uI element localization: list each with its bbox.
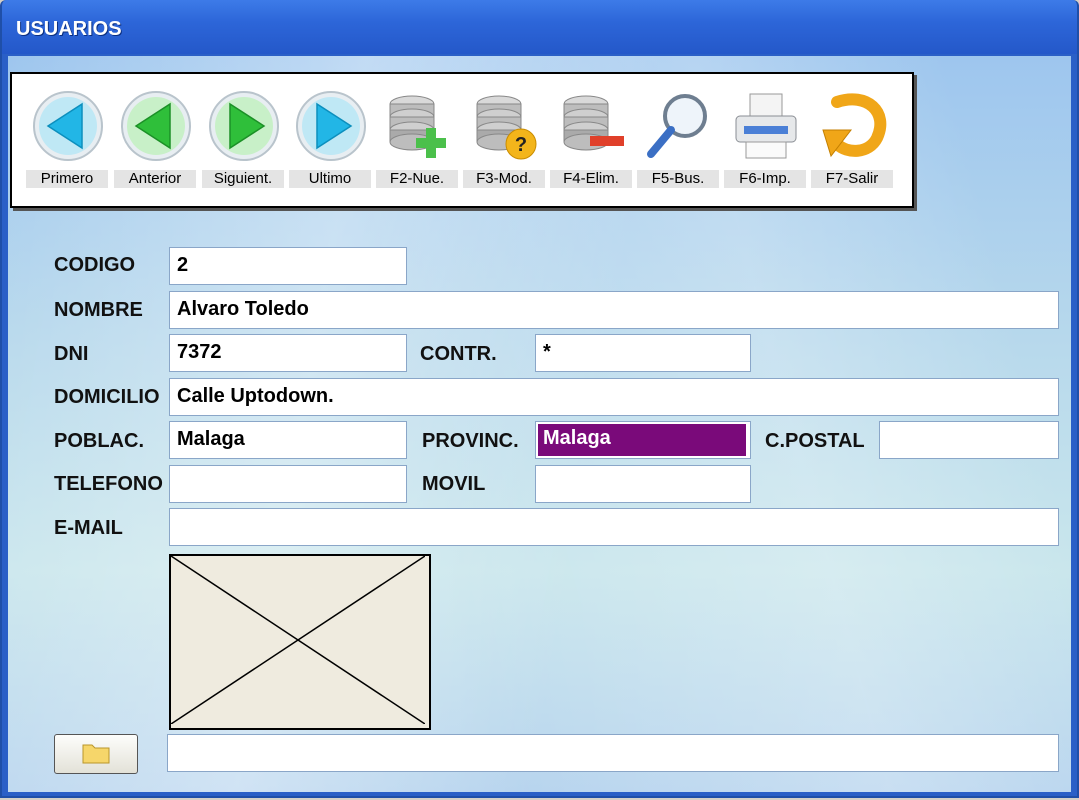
eliminar-button[interactable]: F4-Elim.	[550, 88, 632, 192]
empty-image-icon	[170, 555, 426, 725]
buscar-label: F5-Bus.	[637, 170, 719, 188]
codigo-input[interactable]: 2	[169, 247, 407, 285]
database-add-icon	[389, 95, 446, 158]
anterior-label: Anterior	[114, 170, 196, 188]
nuevo-button[interactable]: F2-Nue.	[376, 88, 458, 192]
primero-label: Primero	[26, 170, 108, 188]
modificar-button[interactable]: ? F3-Mod.	[463, 88, 545, 192]
movil-label: MOVIL	[422, 473, 486, 495]
poblac-label: POBLAC.	[54, 430, 144, 452]
cpostal-label: C.POSTAL	[765, 430, 865, 452]
email-label: E-MAIL	[54, 517, 123, 539]
codigo-label: CODIGO	[54, 254, 136, 276]
eliminar-label: F4-Elim.	[550, 170, 632, 188]
poblac-input[interactable]: Malaga	[169, 421, 407, 459]
domicilio-input[interactable]: Calle Uptodown.	[169, 378, 1059, 416]
nombre-input[interactable]: Alvaro Toledo	[169, 291, 1059, 329]
modificar-label: F3-Mod.	[463, 170, 545, 188]
telefono-input[interactable]	[169, 465, 407, 503]
anterior-button[interactable]: Anterior	[114, 88, 196, 192]
database-question-icon: ?	[476, 95, 537, 160]
magnifier-icon	[647, 94, 707, 158]
svg-text:?: ?	[515, 134, 527, 156]
arrow-left-cyan-icon	[33, 91, 103, 161]
ultimo-button[interactable]: Ultimo	[289, 88, 371, 192]
siguiente-label: Siguient.	[202, 170, 284, 188]
movil-input[interactable]	[535, 465, 751, 503]
dni-input[interactable]: 7372	[169, 334, 407, 372]
exit-arrow-icon	[822, 93, 887, 158]
form-area: Primero Anterior Siguient. Ultimo F2-Nue…	[8, 56, 1071, 792]
contr-input[interactable]: *	[535, 334, 751, 372]
salir-button[interactable]: F7-Salir	[811, 88, 893, 192]
provinc-label: PROVINC.	[422, 430, 519, 452]
imprimir-button[interactable]: F6-Imp.	[724, 88, 806, 192]
dni-label: DNI	[54, 343, 89, 365]
photo-path-input[interactable]	[167, 734, 1059, 772]
cpostal-input[interactable]	[879, 421, 1059, 459]
provinc-field[interactable]: Malaga	[535, 421, 751, 459]
salir-label: F7-Salir	[811, 170, 893, 188]
arrow-right-cyan-icon	[296, 91, 366, 161]
nombre-label: NOMBRE	[54, 299, 143, 321]
usuarios-window: USUARIOS Primero Anterior Siguient. Ulti…	[0, 0, 1079, 798]
contr-label: CONTR.	[420, 343, 497, 365]
toolbar: Primero Anterior Siguient. Ultimo F2-Nue…	[10, 72, 914, 208]
ultimo-label: Ultimo	[289, 170, 371, 188]
database-remove-icon	[563, 95, 624, 151]
buscar-button[interactable]: F5-Bus.	[637, 88, 719, 192]
window-title: USUARIOS	[16, 18, 122, 40]
imprimir-label: F6-Imp.	[724, 170, 806, 188]
primero-button[interactable]: Primero	[26, 88, 108, 192]
title-bar[interactable]: USUARIOS	[2, 0, 1077, 54]
printer-icon	[735, 93, 797, 159]
photo-placeholder[interactable]	[169, 554, 431, 730]
folder-icon	[82, 744, 110, 764]
browse-photo-button[interactable]	[54, 734, 138, 774]
provinc-input[interactable]: Malaga	[538, 424, 746, 456]
siguiente-button[interactable]: Siguient.	[202, 88, 284, 192]
domicilio-label: DOMICILIO	[54, 386, 160, 408]
nuevo-label: F2-Nue.	[376, 170, 458, 188]
arrow-left-green-icon	[121, 91, 191, 161]
telefono-label: TELEFONO	[54, 473, 163, 495]
email-input[interactable]	[169, 508, 1059, 546]
arrow-right-green-icon	[209, 91, 279, 161]
